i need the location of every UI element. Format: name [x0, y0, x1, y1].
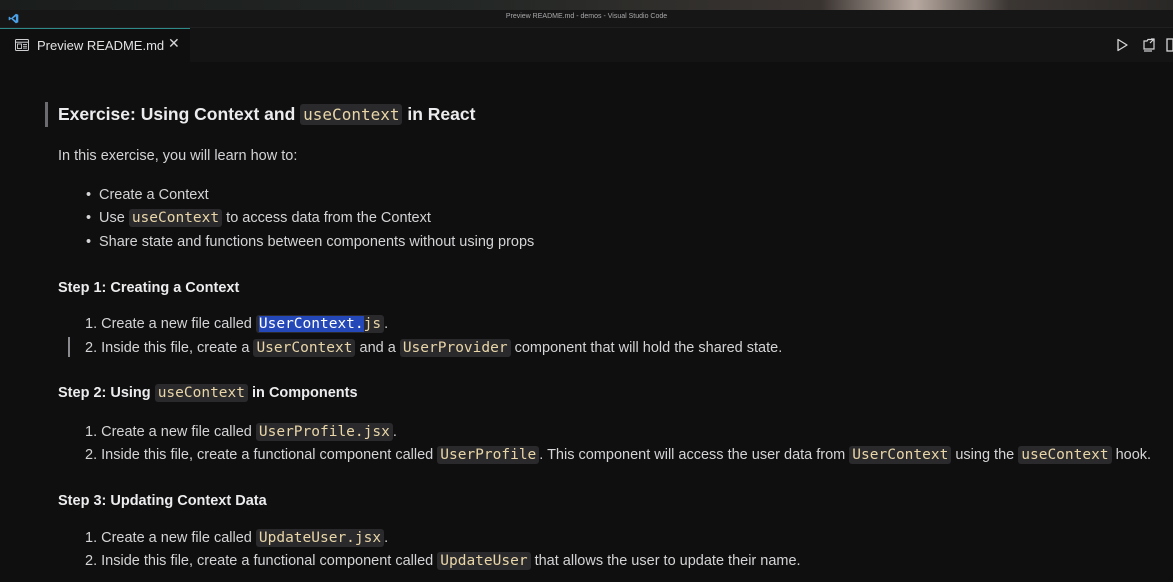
tab-preview-readme[interactable]: Preview README.md ✕: [0, 28, 190, 62]
title-bar: Preview README.md - demos - Visual Studi…: [0, 10, 1173, 28]
bullet: •: [86, 210, 92, 226]
step2-heading: Step 2: Using useContext in Components: [58, 384, 358, 402]
intro-paragraph: In this exercise, you will learn how to:: [58, 148, 298, 164]
video-backdrop: [0, 0, 1173, 10]
window-title: Preview README.md - demos - Visual Studi…: [505, 13, 668, 20]
step1-heading: Step 1: Creating a Context: [58, 280, 240, 296]
list-item: 1. Create a new file called UpdateUser.j…: [85, 529, 389, 547]
inline-code: useContext: [154, 384, 248, 402]
heading-quote-bar: [45, 102, 48, 127]
bullet: •: [86, 234, 92, 250]
inline-code: UserContext.js: [255, 315, 385, 333]
list-item: 1. Create a new file called UserProfile.…: [85, 423, 397, 441]
open-source-icon[interactable]: [1141, 37, 1157, 53]
inline-code: UserContext: [849, 446, 952, 464]
preview-icon: [15, 39, 29, 51]
close-icon[interactable]: ✕: [168, 36, 180, 52]
inline-code: UpdateUser: [437, 552, 531, 570]
split-editor-icon[interactable]: [1165, 37, 1173, 53]
step3-heading: Step 3: Updating Context Data: [58, 493, 267, 509]
editor-actions: [1103, 28, 1173, 62]
tab-bar: Preview README.md ✕: [0, 28, 1173, 62]
markdown-preview[interactable]: Exercise: Using Context and useContext i…: [0, 62, 1173, 582]
inline-code: useContext: [128, 209, 223, 227]
inline-code: UserProfile.jsx: [255, 423, 393, 441]
list-item: 2. Inside this file, create a functional…: [85, 552, 801, 570]
list-item: • Use useContext to access data from the …: [86, 209, 431, 227]
tab-label: Preview README.md: [37, 38, 165, 53]
run-icon[interactable]: [1114, 37, 1130, 53]
inline-code: UserProvider: [399, 339, 511, 357]
list-item: 1. Create a new file called UserContext.…: [85, 315, 389, 333]
list-item: 2. Inside this file, create a UserContex…: [85, 339, 783, 357]
inline-code: useContext: [300, 104, 403, 125]
list-item: 2. Inside this file, create a functional…: [85, 446, 1152, 464]
list-item: • Share state and functions between compo…: [86, 234, 535, 250]
inline-code: UserProfile: [437, 446, 540, 464]
active-line-bar: [68, 337, 70, 357]
vscode-window: Preview README.md - demos - Visual Studi…: [0, 0, 1173, 582]
list-item: • Create a Context: [86, 187, 209, 203]
inline-code: useContext: [1018, 446, 1112, 464]
inline-code: UserContext: [253, 339, 356, 357]
page-title: Exercise: Using Context and useContext i…: [58, 104, 476, 125]
inline-code: UpdateUser.jsx: [255, 529, 385, 547]
text-selection: UserContext.: [258, 316, 364, 332]
bullet: •: [86, 187, 92, 203]
